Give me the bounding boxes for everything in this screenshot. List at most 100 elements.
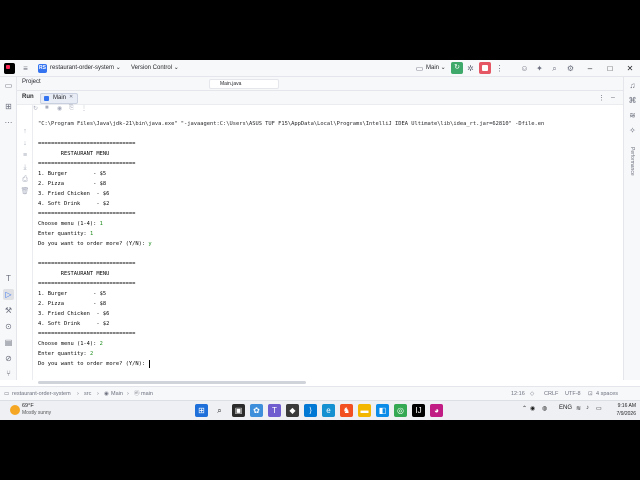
windows-start-icon[interactable]: ⊞	[195, 404, 208, 417]
status-vcs-icon: ▭	[4, 391, 10, 397]
console-user-input: y	[148, 241, 152, 247]
brave-icon[interactable]: ♞	[340, 404, 353, 417]
project-panel-header: Project Main.java	[17, 77, 623, 91]
console-line: ==============================	[38, 159, 618, 169]
print-icon[interactable]: ⎙	[20, 175, 30, 185]
services-icon[interactable]: ⚒	[3, 305, 14, 316]
clear-trash-icon[interactable]: 🗑	[20, 187, 30, 197]
console-line: 4. Soft Drink - $2	[38, 319, 618, 329]
console-line-text: RESTAURANT MENU	[38, 271, 110, 277]
gradle-icon[interactable]: ⌘	[627, 95, 638, 106]
run-panel-title: Run	[22, 94, 34, 100]
rerun-small-icon[interactable]: ↻	[33, 105, 38, 112]
chrome-icon[interactable]: ◎	[394, 404, 407, 417]
console-line-text: ==============================	[38, 161, 136, 167]
taskbar-search-icon[interactable]: ⌕	[213, 404, 226, 417]
scroll-up-icon[interactable]: ↑	[20, 127, 30, 137]
console-line: Do you want to order more? (Y/N):	[38, 359, 618, 369]
ai-assistant-icon[interactable]: ✦	[534, 63, 545, 74]
project-panel-label[interactable]: Project	[22, 79, 41, 85]
console-user-input: 1	[99, 221, 103, 227]
maximize-icon[interactable]: □	[600, 60, 620, 77]
run-panel-hide-icon[interactable]: –	[611, 94, 615, 101]
console-more-icon[interactable]: ⋮	[81, 105, 87, 112]
editor-tab-main-java[interactable]: Main.java	[209, 79, 279, 89]
git-icon[interactable]: ⑂	[3, 368, 14, 379]
language-indicator[interactable]: ENG	[559, 405, 572, 411]
breadcrumb-class-icon: ◉	[104, 391, 109, 397]
close-icon[interactable]: ✕	[620, 60, 640, 77]
stop-small-icon[interactable]: ■	[45, 105, 49, 111]
console-line: ==============================	[38, 209, 618, 219]
settings-gear-icon[interactable]: ⚙	[565, 63, 576, 74]
breadcrumb-main-class[interactable]: Main	[111, 389, 123, 399]
console-line: 1. Burger - $5	[38, 289, 618, 299]
volume-icon[interactable]: ♪	[586, 405, 589, 411]
breadcrumb-project[interactable]: restaurant-order-system	[12, 389, 71, 399]
breadcrumb-main-method[interactable]: main	[141, 389, 153, 399]
weather-desc: Mostly sunny	[22, 410, 52, 416]
app-dark-icon[interactable]: ◆	[286, 404, 299, 417]
project-selector[interactable]: restaurant-order-system ⌄	[50, 63, 121, 73]
hamburger-menu-icon[interactable]: ≡	[20, 63, 31, 74]
more-tools-icon[interactable]: ⋯	[3, 117, 14, 128]
run-tool-icon[interactable]: ▷	[3, 289, 14, 300]
rerun-button[interactable]: ↻	[451, 62, 463, 74]
tray-chevron-icon[interactable]: ⌃	[522, 405, 527, 412]
console-output[interactable]: "C:\Program Files\Java\jdk-21\bin\java.e…	[38, 119, 618, 374]
notifications-bell-icon[interactable]: ♫	[627, 80, 638, 91]
terminal-icon[interactable]: ▤	[3, 337, 14, 348]
todo-icon[interactable]: ⊘	[3, 353, 14, 364]
file-explorer-icon[interactable]: ▬	[358, 404, 371, 417]
app-pink-icon[interactable]: ◕	[430, 404, 443, 417]
restore-layout-icon[interactable]: ⎘	[69, 105, 74, 112]
vcs-selector[interactable]: Version Control ⌄	[131, 63, 179, 73]
console-line-text: 2. Pizza - $8	[38, 181, 107, 187]
more-actions-icon[interactable]: ⋮	[494, 63, 505, 74]
debug-icon[interactable]: ✲	[465, 63, 476, 74]
console-line-text: Enter quantity:	[38, 231, 90, 237]
minimize-icon[interactable]: –	[580, 60, 600, 77]
run-tab-close-icon[interactable]: ✕	[69, 94, 73, 100]
vscode-icon[interactable]: ⟩	[304, 404, 317, 417]
intellij-taskbar-icon[interactable]: IJ	[412, 404, 425, 417]
system-clock[interactable]: 9:16 AM 7/9/2026	[606, 402, 636, 418]
widgets-icon[interactable]: ✿	[250, 404, 263, 417]
teams-icon[interactable]: T	[268, 404, 281, 417]
console-line: Enter quantity: 1	[38, 229, 618, 239]
scroll-down-icon[interactable]: ↓	[20, 139, 30, 149]
indent-setting[interactable]: 4 spaces	[596, 389, 618, 399]
run-panel-options-icon[interactable]: ⋮	[598, 94, 605, 102]
soft-wrap-icon[interactable]: ≡	[20, 151, 30, 161]
battery-icon[interactable]: ▭	[596, 405, 602, 412]
build-hammer-icon[interactable]: T	[3, 273, 14, 284]
account-icon[interactable]: ☺	[519, 63, 530, 74]
line-separator[interactable]: CRLF	[544, 389, 558, 399]
console-line: "C:\Program Files\Java\jdk-21\bin\java.e…	[38, 119, 618, 129]
run-config-selector[interactable]: Main ⌄	[426, 63, 446, 73]
camera-icon[interactable]: ◉	[57, 105, 62, 112]
database-icon[interactable]: ≋	[627, 110, 638, 121]
ai-chat-icon[interactable]: ✧	[627, 125, 638, 136]
stop-button[interactable]	[479, 62, 491, 74]
caret-position[interactable]: 12:16	[511, 389, 525, 399]
structure-icon[interactable]: ⊞	[3, 101, 14, 112]
horizontal-scrollbar[interactable]	[38, 381, 306, 384]
search-icon[interactable]: ⌕	[549, 63, 560, 74]
project-name: restaurant-order-system	[50, 65, 115, 71]
project-folder-icon[interactable]: ▭	[3, 80, 14, 91]
tray-app-icon[interactable]: ◉	[530, 405, 535, 412]
file-encoding[interactable]: UTF-8	[565, 389, 581, 399]
edge-icon[interactable]: e	[322, 404, 335, 417]
task-view-icon[interactable]: ▣	[232, 404, 245, 417]
console-line: Enter quantity: 2	[38, 349, 618, 359]
console-line-text: 1. Burger - $5	[38, 171, 107, 177]
problems-icon[interactable]: ⊙	[3, 321, 14, 332]
wifi-icon[interactable]: ≋	[576, 405, 581, 412]
tray-app2-icon[interactable]: ◍	[542, 405, 547, 412]
performance-tab[interactable]: Performance	[629, 147, 635, 176]
ms-store-icon[interactable]: ◧	[376, 404, 389, 417]
scroll-to-end-icon[interactable]: ⤓	[20, 163, 30, 173]
text-caret	[149, 359, 151, 368]
breadcrumb-src[interactable]: src	[84, 389, 91, 399]
